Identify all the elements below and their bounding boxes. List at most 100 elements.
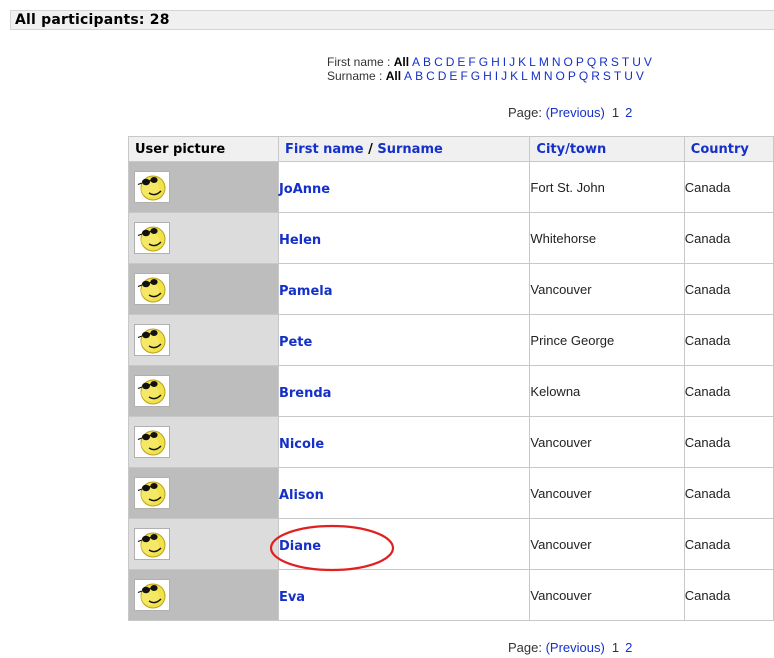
country-cell: Canada	[683, 212, 774, 264]
sort-country-link[interactable]: Country	[691, 142, 749, 157]
surname-letter-link[interactable]: E	[449, 69, 457, 83]
first-name-letter-link[interactable]: A	[412, 55, 420, 69]
participants-table: User picture First name / Surname City/t…	[128, 136, 774, 621]
smiley-face-sunglasses-icon[interactable]	[134, 324, 170, 356]
surname-letter-link[interactable]: U	[624, 69, 633, 83]
surname-letter-link[interactable]: S	[603, 69, 611, 83]
smiley-face-sunglasses-icon[interactable]	[134, 426, 170, 458]
first-name-letter-link[interactable]: Q	[587, 55, 596, 69]
participant-name-link[interactable]: JoAnne	[279, 182, 330, 197]
surname-letter-link[interactable]: B	[415, 69, 423, 83]
city-cell: Vancouver	[529, 416, 685, 468]
participant-name-link[interactable]: Nicole	[279, 437, 324, 452]
participant-name-link[interactable]: Pete	[279, 335, 312, 350]
user-picture-cell	[128, 365, 279, 417]
paging-previous-link[interactable]: (Previous)	[546, 640, 605, 655]
first-name-letter-link[interactable]: S	[611, 55, 619, 69]
surname-letter-link[interactable]: I	[495, 69, 498, 83]
surname-letter-link[interactable]: J	[501, 69, 507, 83]
city-cell: Vancouver	[529, 518, 685, 570]
first-name-letter-link[interactable]: G	[479, 55, 488, 69]
first-name-letter-link[interactable]: C	[434, 55, 443, 69]
surname-letter-link[interactable]: R	[591, 69, 600, 83]
participants-header: All participants: 28	[10, 10, 774, 30]
surname-letter-link[interactable]: H	[483, 69, 492, 83]
first-name-initials-bar: First name : All A B C D E F G H I J K L M N O P Q R S T U V	[327, 55, 655, 69]
first-name-letter-link[interactable]: K	[518, 55, 526, 69]
surname-letter-link[interactable]: D	[438, 69, 447, 83]
first-name-letter-link[interactable]: P	[576, 55, 584, 69]
country-cell: Canada	[683, 518, 774, 570]
surname-letter-link[interactable]: F	[460, 69, 467, 83]
smiley-face-sunglasses-icon[interactable]	[134, 477, 170, 509]
first-name-letter-link[interactable]: I	[503, 55, 506, 69]
surname-letter-link[interactable]: L	[521, 69, 528, 83]
user-picture-cell	[128, 569, 279, 621]
first-name-letter-link[interactable]: O	[564, 55, 573, 69]
participant-name-link[interactable]: Helen	[279, 233, 321, 248]
table-row: Pamela Vancouver Canada	[128, 263, 774, 315]
name-cell: Helen	[277, 212, 531, 264]
sort-surname-link[interactable]: Surname	[377, 142, 442, 157]
first-name-letter-link[interactable]: L	[529, 55, 536, 69]
surname-label: Surname :	[327, 69, 386, 83]
surname-letter-link[interactable]: C	[426, 69, 435, 83]
user-picture-cell	[128, 263, 279, 315]
first-name-letter-link[interactable]: H	[491, 55, 500, 69]
user-picture-cell	[128, 212, 279, 264]
first-name-letter-link[interactable]: U	[632, 55, 641, 69]
participant-name-link[interactable]: Brenda	[279, 386, 331, 401]
first-name-letter-link[interactable]: D	[446, 55, 455, 69]
name-cell: Eva	[277, 569, 531, 621]
paging-previous-link[interactable]: (Previous)	[546, 105, 605, 120]
surname-letter-link[interactable]: K	[510, 69, 518, 83]
surname-letter-link[interactable]: M	[531, 69, 541, 83]
paging-page-2-link[interactable]: 2	[625, 640, 632, 655]
surname-letter-link[interactable]: V	[636, 69, 644, 83]
header-country: Country	[683, 136, 774, 162]
first-name-letter-link[interactable]: E	[457, 55, 465, 69]
smiley-face-sunglasses-icon[interactable]	[134, 375, 170, 407]
surname-letter-link[interactable]: P	[568, 69, 576, 83]
paging-page-1: 1	[611, 640, 620, 655]
name-cell: Alison	[277, 467, 531, 519]
table-row: Helen Whitehorse Canada	[128, 212, 774, 264]
surname-letter-link[interactable]: G	[471, 69, 480, 83]
first-name-letter-link[interactable]: B	[423, 55, 431, 69]
first-name-letter-link[interactable]: N	[552, 55, 561, 69]
first-name-letter-link[interactable]: J	[509, 55, 515, 69]
participant-name-link[interactable]: Eva	[279, 590, 305, 605]
table-row: Nicole Vancouver Canada	[128, 416, 774, 468]
surname-letter-link[interactable]: T	[614, 69, 621, 83]
participant-name-link[interactable]: Pamela	[279, 284, 333, 299]
table-row: JoAnne Fort St. John Canada	[128, 161, 774, 213]
table-row: Eva Vancouver Canada	[128, 569, 774, 621]
smiley-face-sunglasses-icon[interactable]	[134, 222, 170, 254]
smiley-face-sunglasses-icon[interactable]	[134, 579, 170, 611]
first-name-letter-link[interactable]: R	[599, 55, 608, 69]
first-name-letter-link[interactable]: F	[468, 55, 475, 69]
city-cell: Vancouver	[529, 569, 685, 621]
smiley-face-sunglasses-icon[interactable]	[134, 528, 170, 560]
participant-name-link[interactable]: Diane	[279, 539, 321, 554]
first-name-letter-link[interactable]: T	[622, 55, 629, 69]
participant-name-link[interactable]: Alison	[279, 488, 324, 503]
user-picture-cell	[128, 416, 279, 468]
surname-letter-link[interactable]: N	[544, 69, 553, 83]
header-user-picture: User picture	[128, 136, 279, 162]
country-cell: Canada	[683, 365, 774, 417]
name-cell: Nicole	[277, 416, 531, 468]
surname-letter-link[interactable]: O	[556, 69, 565, 83]
sort-city-link[interactable]: City/town	[536, 142, 606, 157]
smiley-face-sunglasses-icon[interactable]	[134, 273, 170, 305]
table-header-row: User picture First name / Surname City/t…	[128, 136, 774, 162]
paging-page-2-link[interactable]: 2	[625, 105, 632, 120]
first-name-letter-link[interactable]: M	[539, 55, 549, 69]
smiley-face-sunglasses-icon[interactable]	[134, 171, 170, 203]
surname-initials-bar: Surname : All A B C D E F G H I J K L M N O P Q R S T U V	[327, 69, 647, 83]
table-row: Brenda Kelowna Canada	[128, 365, 774, 417]
first-name-letter-link[interactable]: V	[644, 55, 652, 69]
sort-first-name-link[interactable]: First name	[285, 142, 364, 157]
surname-letter-link[interactable]: A	[404, 69, 412, 83]
surname-letter-link[interactable]: Q	[579, 69, 588, 83]
